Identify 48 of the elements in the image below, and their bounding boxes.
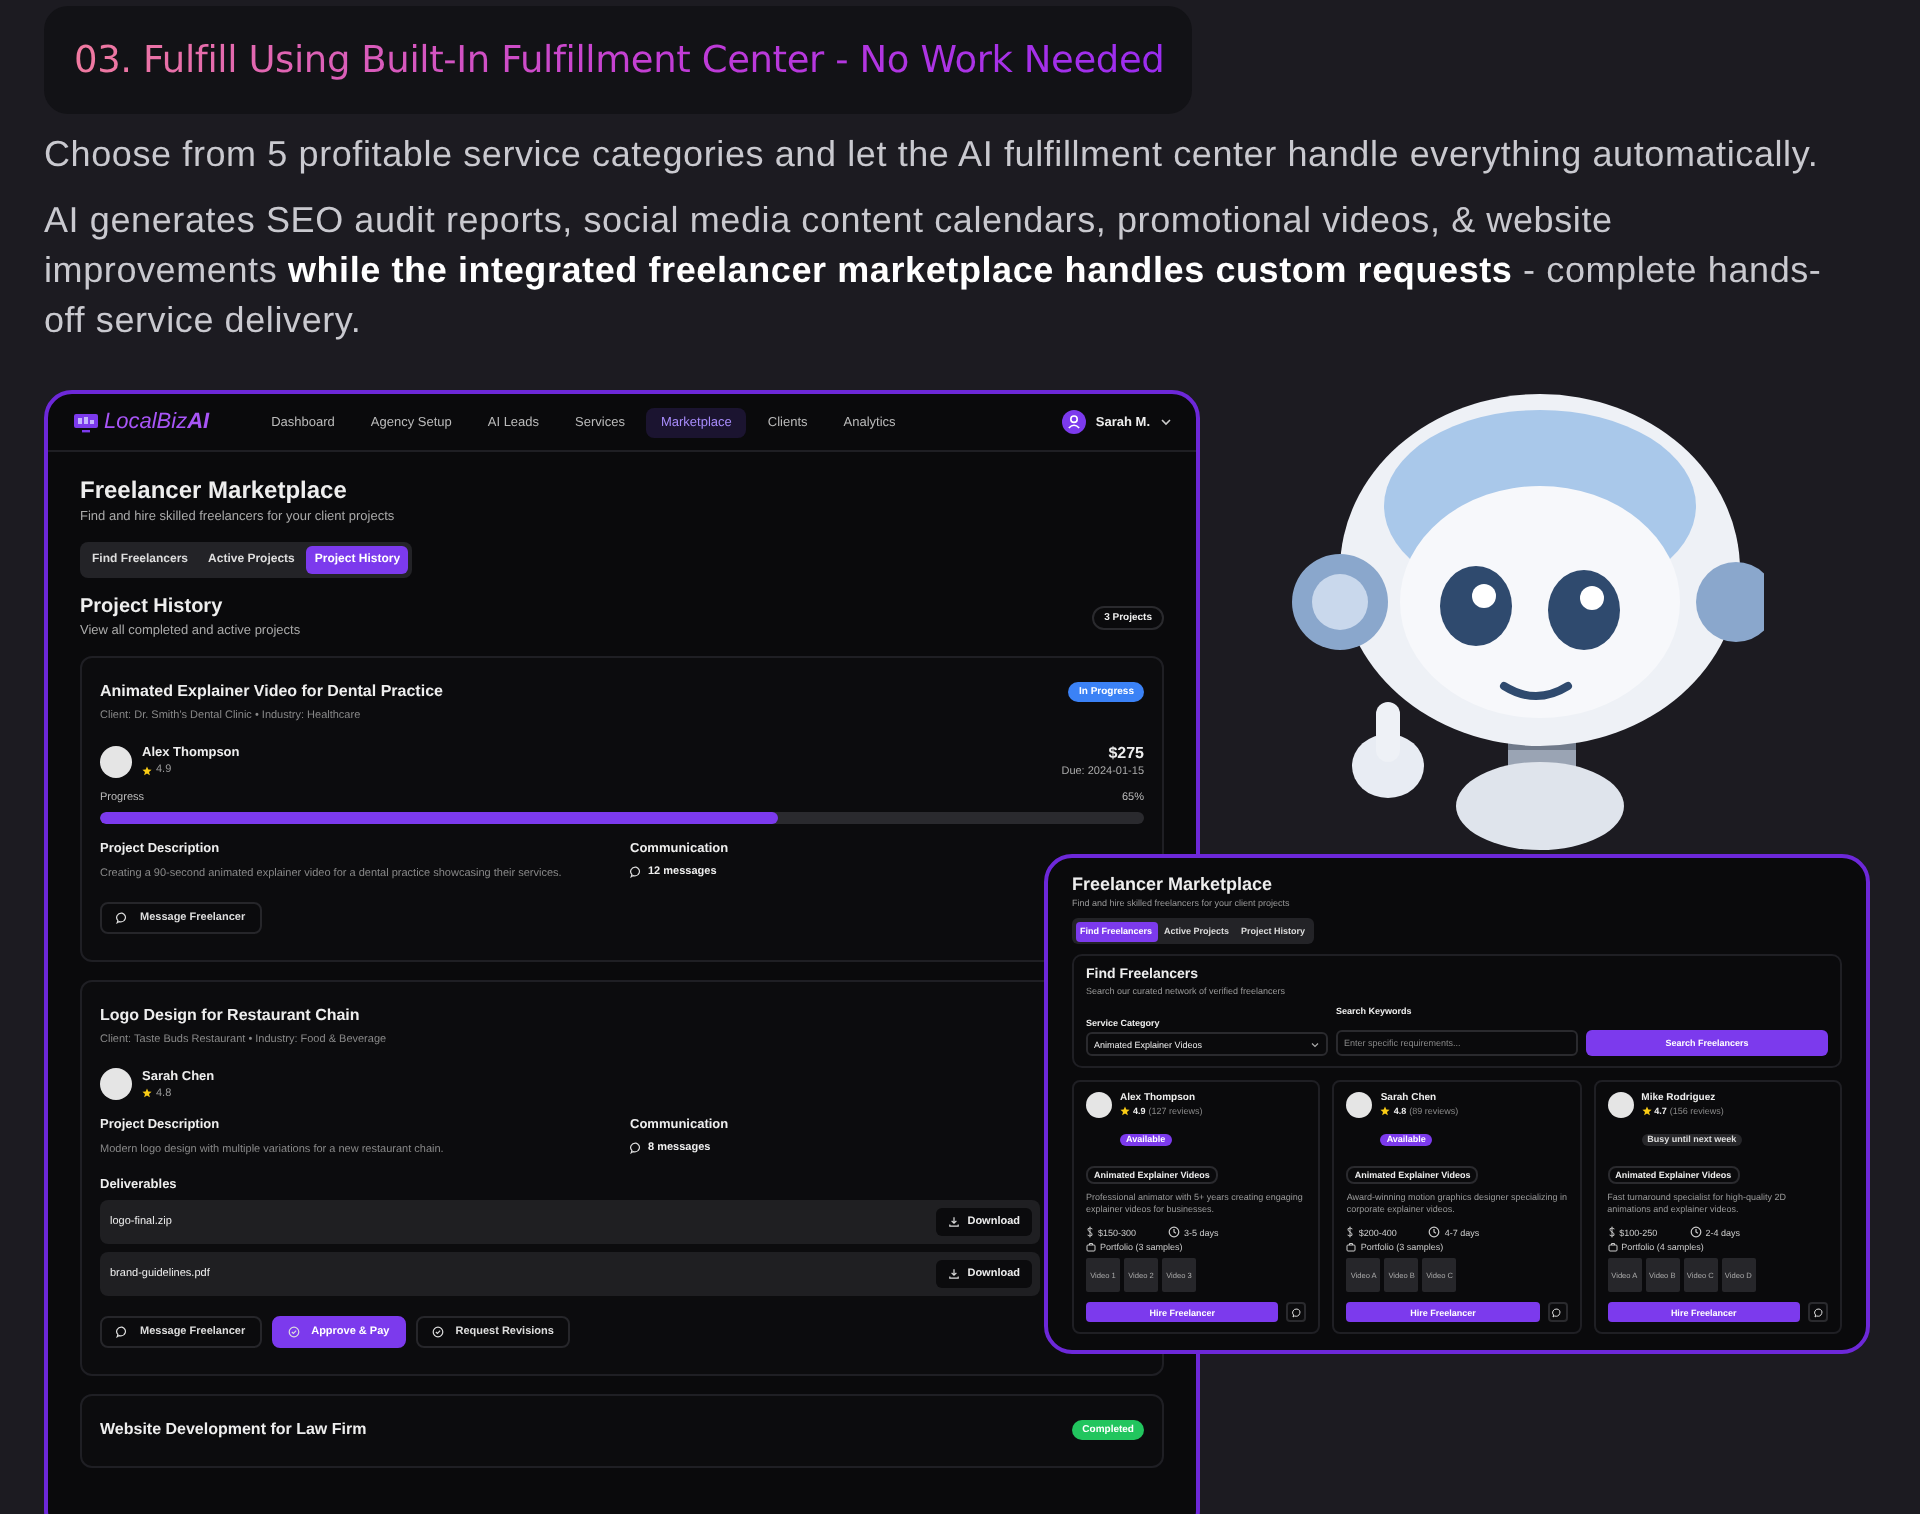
user-avatar-icon[interactable] [1061, 410, 1086, 434]
check-circle-icon [287, 1326, 300, 1338]
chat-bubble-icon [630, 1142, 642, 1154]
chat-button[interactable] [1547, 1302, 1568, 1322]
clock-icon [1428, 1226, 1441, 1238]
star-icon [1120, 1106, 1130, 1116]
dollar-icon [1607, 1226, 1616, 1238]
monitor-logo-icon [72, 410, 100, 434]
project-title: Animated Explainer Video for Dental Practice [100, 682, 443, 700]
download-icon [947, 1268, 960, 1280]
chat-bubble-icon [1813, 1307, 1823, 1317]
paragraph: Choose from 5 profitable service categories and let the AI fulfillment center handle everything automatically. [44, 132, 1821, 178]
briefcase-icon [1346, 1242, 1357, 1252]
project-price: $275 [1106, 744, 1144, 762]
chat-bubble-icon [1552, 1307, 1563, 1317]
avatar-placeholder [1346, 1092, 1373, 1118]
section-title: Project History [80, 596, 225, 618]
chat-button[interactable] [1808, 1302, 1828, 1322]
chevron-down-icon[interactable] [1160, 418, 1172, 426]
page-title: Freelancer Marketplace [1072, 874, 1275, 894]
project-title: Website Development for Law Firm [100, 1420, 367, 1438]
project-title: Logo Design for Restaurant Chain [100, 1006, 362, 1024]
chevron-down-icon [1310, 1041, 1320, 1047]
paragraph: AI generates SEO audit reports, social media content calendars, promotional videos, & website improvements while the integrated freelancer marketplace handles custom requests - complete hands-off service delivery. [44, 198, 1824, 344]
clock-icon [1168, 1226, 1181, 1238]
star-icon [142, 1088, 152, 1098]
chat-bubble-icon [1291, 1307, 1302, 1317]
avatar-placeholder [100, 1068, 132, 1100]
download-icon [947, 1216, 960, 1228]
clock-icon [1689, 1226, 1702, 1238]
star-icon [1641, 1106, 1652, 1116]
dollar-icon [1346, 1226, 1355, 1238]
check-circle-icon [431, 1326, 444, 1338]
star-icon [1380, 1106, 1391, 1116]
page-title: Freelancer Marketplace [80, 476, 349, 504]
avatar-placeholder [1086, 1092, 1112, 1118]
briefcase-icon [1607, 1242, 1618, 1252]
brand-name[interactable]: LocalBizAI [104, 410, 210, 434]
chat-bubble-icon [116, 912, 128, 924]
briefcase-icon [1086, 1242, 1096, 1252]
chat-bubble-icon [630, 866, 642, 878]
dollar-icon [1086, 1226, 1094, 1238]
avatar-placeholder [1607, 1092, 1634, 1118]
chat-bubble-icon [116, 1326, 128, 1338]
section-heading: 03. Fulfill Using Built-In Fulfillment Center - No Work Needed [74, 40, 1165, 82]
chat-button[interactable] [1286, 1302, 1307, 1322]
star-icon [142, 765, 152, 775]
avatar-placeholder [100, 745, 132, 777]
